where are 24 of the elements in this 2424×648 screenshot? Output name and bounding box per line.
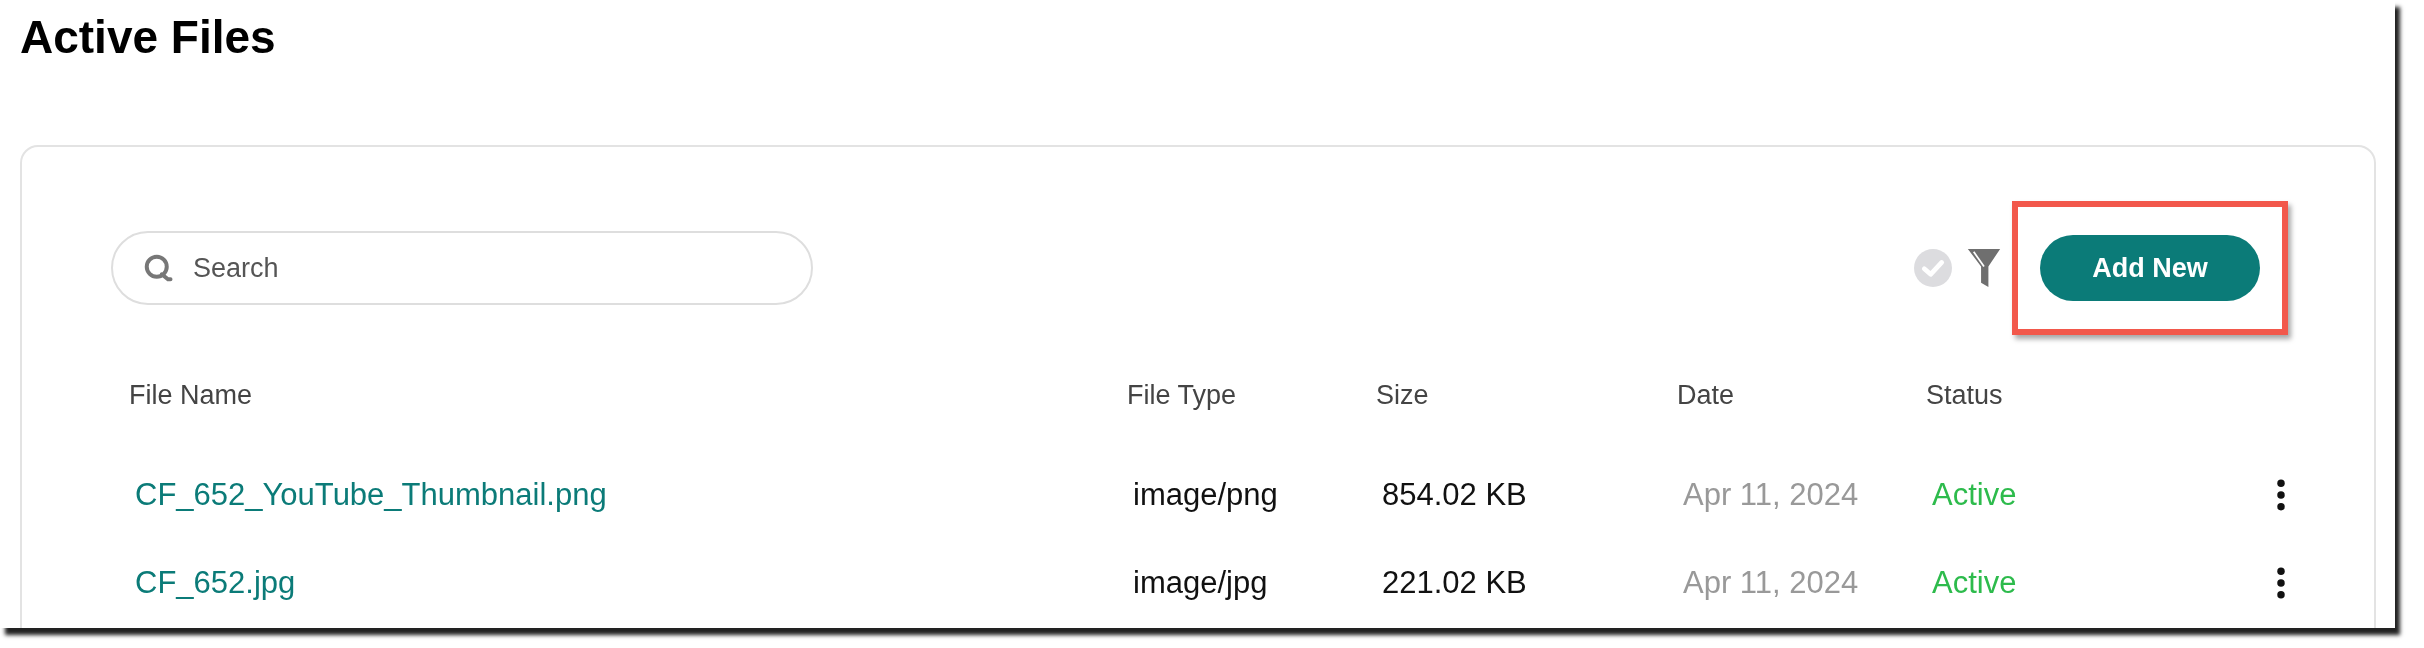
column-header: Status (1926, 379, 2004, 412)
table-cell: 854.02 KB (1382, 477, 1527, 513)
table-cell: Apr 11, 2024 (1683, 477, 1859, 513)
column-header: Size (1376, 379, 1430, 412)
table-cell: image/jpg (1133, 565, 1268, 601)
status-label: Active (1932, 477, 2017, 513)
search-input[interactable]: Search (191, 251, 755, 285)
file-name-link[interactable]: CF_652.jpg (129, 565, 1127, 601)
search-icon (143, 253, 173, 283)
filter-icon[interactable] (1966, 246, 2002, 290)
more-options-icon[interactable] (2276, 567, 2286, 599)
search-field[interactable]: Search (111, 231, 813, 305)
file-name-link[interactable]: CF_652_YouTube_Thumbnail.png (129, 477, 1127, 513)
table-cell: image/png (1133, 477, 1278, 513)
column-header: File Name (129, 379, 254, 412)
column-header: File Type (1127, 379, 1238, 412)
status-label: Active (1932, 565, 2017, 601)
table-cell: 221.02 KB (1382, 565, 1527, 601)
check-circle-icon[interactable] (1914, 249, 1952, 287)
more-options-icon[interactable] (2276, 479, 2286, 511)
column-header: Date (1677, 379, 1736, 412)
add-new-button[interactable]: Add New (2040, 235, 2260, 301)
table-cell: Apr 11, 2024 (1683, 565, 1859, 601)
page-title: Active Files (20, 12, 276, 62)
